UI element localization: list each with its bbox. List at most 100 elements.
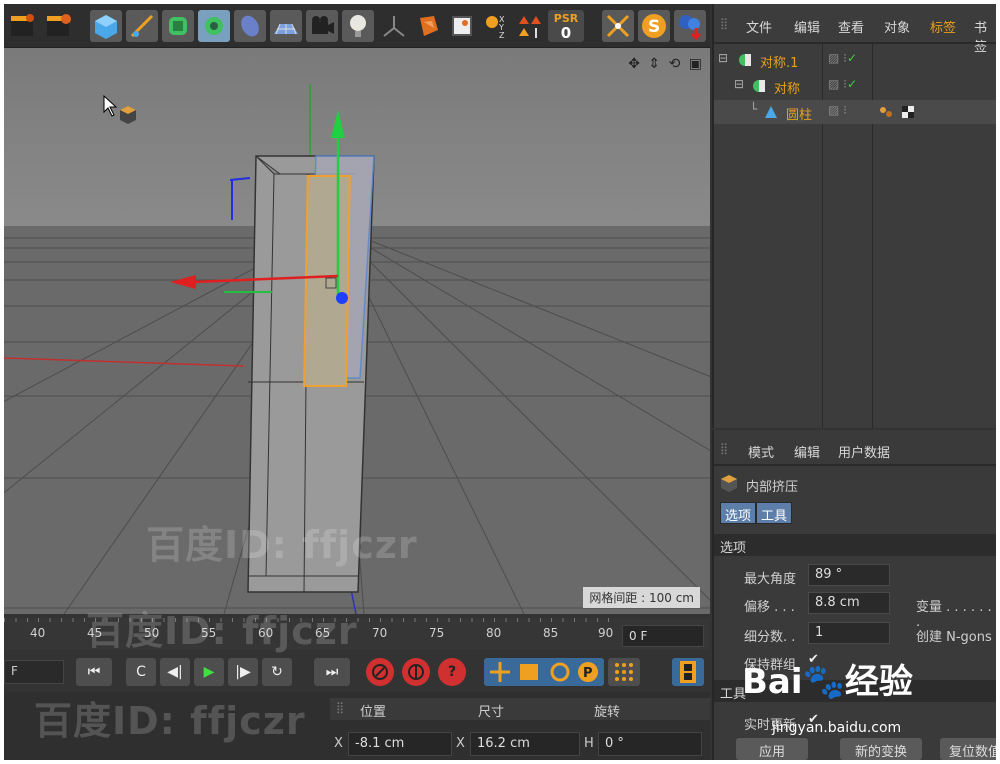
tree-expand-icon: ⊟ bbox=[718, 51, 729, 65]
cube-icon[interactable] bbox=[90, 10, 122, 42]
tab-tool[interactable]: 工具 bbox=[756, 502, 793, 524]
symmetry-icon bbox=[739, 54, 751, 66]
xyz-move-icon[interactable] bbox=[514, 10, 546, 42]
reset-values-button[interactable]: 复位数值 bbox=[940, 738, 996, 760]
subdivision-field[interactable]: 1 bbox=[808, 622, 890, 644]
start-frame-field[interactable]: F bbox=[4, 660, 64, 684]
axis-icon[interactable] bbox=[378, 10, 410, 42]
menu-tags[interactable]: 标签 bbox=[930, 17, 956, 36]
variance-label: 变量 . . . . . . . bbox=[916, 600, 992, 630]
pen-spline-icon[interactable] bbox=[126, 10, 158, 42]
watermark-text: 百度ID: ffjczr bbox=[86, 609, 358, 653]
max-angle-field[interactable]: 89 ° bbox=[808, 564, 890, 586]
create-ngons-label: 创建 N-gons bbox=[916, 630, 992, 645]
film-strip-icon bbox=[680, 661, 696, 683]
play-icon: ▶ bbox=[203, 664, 215, 680]
camera-icon[interactable] bbox=[306, 10, 338, 42]
offset-label: 偏移 . . . bbox=[744, 600, 795, 615]
next-frame-button[interactable]: |▶ bbox=[228, 658, 258, 686]
main-toolbar: XYZ PSR 0 S bbox=[4, 4, 710, 48]
play-button[interactable]: ▶ bbox=[194, 658, 224, 686]
keyframe-selection-button[interactable]: ? bbox=[438, 658, 466, 686]
menu-edit[interactable]: 编辑 bbox=[794, 17, 820, 36]
object-manager: ⣿ 文件 编辑 查看 对象 标签 书签 ⊟ 对称.1 ▨ ⁝✓ ⊟ 对称 ▨ ⁝… bbox=[712, 4, 996, 428]
playback-controls: F ⏮ C ◀| ▶ |▶ ↻ ⏭ ? P bbox=[4, 652, 710, 692]
tree-line: └ bbox=[750, 102, 758, 116]
rotation-h-field[interactable]: 0 ° bbox=[598, 732, 702, 756]
snap-toggle-icon[interactable]: S bbox=[638, 10, 670, 42]
viewport-nav-icons[interactable]: ✥ ⇕ ⟲ ▣ bbox=[628, 56, 704, 72]
record-key-icon bbox=[372, 664, 388, 680]
array-gear-icon[interactable] bbox=[198, 10, 230, 42]
attr-divider bbox=[714, 464, 996, 466]
baidu-logo: Bai🐾经验 bbox=[742, 662, 913, 702]
go-to-end-icon: ⏭ bbox=[325, 664, 339, 680]
visibility-icon[interactable]: ▨ ⁝✓ bbox=[828, 77, 857, 91]
timeline-tick: 90 bbox=[598, 626, 614, 640]
visibility-icon[interactable]: ▨ ⁝ bbox=[828, 103, 847, 117]
options-section-header: 选项 bbox=[714, 534, 996, 556]
object-row-symmetry-1[interactable]: ⊟ 对称.1 ▨ ⁝✓ bbox=[714, 48, 996, 72]
floor-icon[interactable] bbox=[270, 10, 302, 42]
menu-user-data[interactable]: 用户数据 bbox=[838, 442, 890, 461]
coords-grip-icon: ⣿ bbox=[336, 701, 345, 714]
light-icon[interactable] bbox=[342, 10, 374, 42]
go-to-start-button[interactable]: ⏮ bbox=[76, 658, 112, 686]
menu-objects[interactable]: 对象 bbox=[884, 17, 910, 36]
psr-value: 0 bbox=[560, 24, 572, 42]
timeline-tick: 75 bbox=[429, 626, 445, 640]
xyz-icon[interactable]: XYZ bbox=[480, 10, 512, 42]
new-transform-button[interactable]: 新的变换 bbox=[840, 738, 922, 760]
object-row-cylinder[interactable]: └ 圆柱 ▨ ⁝ bbox=[714, 100, 996, 124]
baidu-url: jingyan.baidu.com bbox=[772, 720, 902, 736]
next-key-button[interactable]: ↻ bbox=[262, 658, 292, 686]
render-view-icon[interactable] bbox=[6, 10, 38, 42]
snap-arrows-icon[interactable] bbox=[602, 10, 634, 42]
visibility-icon[interactable]: ▨ ⁝✓ bbox=[828, 51, 857, 65]
record-keys-button[interactable] bbox=[366, 658, 394, 686]
timeline-tick: 80 bbox=[486, 626, 502, 640]
subdivision-label: 细分数. . bbox=[744, 630, 796, 645]
object-row-symmetry[interactable]: ⊟ 对称 ▨ ⁝✓ bbox=[714, 74, 996, 98]
previous-frame-button[interactable]: ◀| bbox=[160, 658, 190, 686]
render-settings-icon[interactable] bbox=[42, 10, 74, 42]
svg-text:S: S bbox=[648, 17, 660, 37]
material-tags-icon[interactable] bbox=[878, 104, 918, 120]
object-manager-menu: ⣿ 文件 编辑 查看 对象 标签 书签 bbox=[714, 14, 996, 55]
rotation-header: 旋转 bbox=[594, 705, 621, 720]
previous-key-button[interactable]: C bbox=[126, 658, 156, 686]
render-balls-icon[interactable] bbox=[674, 10, 706, 42]
menu-edit[interactable]: 编辑 bbox=[794, 442, 820, 461]
symmetry-icon bbox=[753, 80, 765, 92]
watermark-text: 百度ID: ffjczr bbox=[146, 523, 418, 567]
svg-text:P: P bbox=[583, 666, 593, 681]
svg-text:Z: Z bbox=[499, 31, 505, 40]
film-strip-button[interactable] bbox=[672, 658, 704, 686]
texture-icon[interactable] bbox=[446, 10, 478, 42]
size-x-field[interactable]: 16.2 cm bbox=[470, 732, 580, 756]
tag-icon[interactable] bbox=[412, 10, 444, 42]
psr-indicator[interactable]: PSR 0 bbox=[548, 10, 584, 42]
autokey-button[interactable] bbox=[402, 658, 430, 686]
om-divider bbox=[714, 42, 996, 44]
apply-button[interactable]: 应用 bbox=[736, 738, 808, 760]
menu-mode[interactable]: 模式 bbox=[748, 442, 774, 461]
subdivision-icon[interactable] bbox=[162, 10, 194, 42]
position-x-field[interactable]: -8.1 cm bbox=[348, 732, 452, 756]
menu-file[interactable]: 文件 bbox=[746, 17, 772, 36]
current-frame-field[interactable]: 0 F bbox=[622, 625, 704, 647]
previous-frame-icon: ◀| bbox=[167, 664, 183, 680]
offset-field[interactable]: 8.8 cm bbox=[808, 592, 890, 614]
baidu-jingyan-watermark: Bai🐾经验 jingyan.baidu.com bbox=[742, 654, 913, 736]
size-x-label: X bbox=[456, 736, 465, 751]
dots-grid-button[interactable] bbox=[608, 658, 640, 686]
tool-name: 内部挤压 bbox=[746, 480, 799, 495]
menu-view[interactable]: 查看 bbox=[838, 17, 864, 36]
size-header: 尺寸 bbox=[478, 705, 505, 720]
previous-key-icon: C bbox=[136, 664, 146, 680]
om-grip-icon: ⣿ bbox=[720, 17, 729, 30]
deformer-icon[interactable] bbox=[234, 10, 266, 42]
cylinder-icon bbox=[765, 106, 777, 118]
tab-options[interactable]: 选项 bbox=[720, 502, 757, 524]
go-to-end-button[interactable]: ⏭ bbox=[314, 658, 350, 686]
